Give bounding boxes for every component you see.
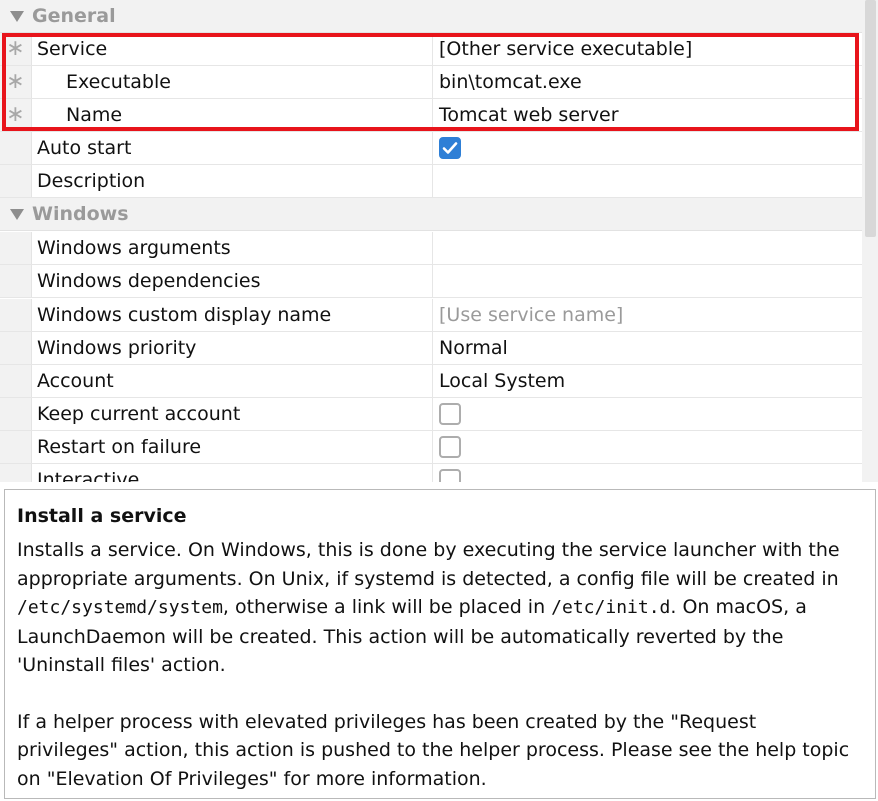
property-name: Windows custom display name xyxy=(37,304,332,326)
auto-start-checkbox[interactable] xyxy=(439,137,461,159)
property-row-service[interactable]: ∗ Service [Other service executable] xyxy=(0,33,862,66)
collapse-triangle-icon[interactable] xyxy=(10,208,24,220)
checkmark-icon xyxy=(442,142,458,154)
property-row-account[interactable]: Account Local System xyxy=(0,365,862,398)
help-code: /etc/systemd/system xyxy=(17,597,223,618)
help-code: /etc/init.d xyxy=(551,597,671,618)
restart-on-failure-checkbox[interactable] xyxy=(439,436,461,458)
property-value xyxy=(432,431,862,463)
row-gutter xyxy=(0,464,32,482)
property-value[interactable]: Tomcat web server xyxy=(432,99,862,131)
property-name: Restart on failure xyxy=(37,436,202,458)
keep-current-account-checkbox[interactable] xyxy=(439,403,461,425)
property-value[interactable]: bin\tomcat.exe xyxy=(432,66,862,98)
property-value[interactable] xyxy=(432,265,862,297)
property-value-placeholder[interactable]: [Use service name] xyxy=(432,299,862,331)
property-name: Windows priority xyxy=(37,337,197,359)
help-panel: Install a service Installs a service. On… xyxy=(4,489,876,799)
property-row-windows-custom-display-name[interactable]: Windows custom display name [Use service… xyxy=(0,299,862,332)
required-asterisk-icon: ∗ xyxy=(0,99,32,131)
property-name: Windows dependencies xyxy=(37,270,261,292)
property-value[interactable] xyxy=(432,165,862,197)
property-name: Description xyxy=(37,170,146,192)
property-row-description[interactable]: Description xyxy=(0,165,862,198)
row-gutter xyxy=(0,431,32,463)
interactive-checkbox[interactable] xyxy=(439,469,461,482)
property-value xyxy=(432,464,862,482)
property-name: Service xyxy=(37,38,108,60)
property-grid: General ∗ Service [Other service executa… xyxy=(0,0,862,482)
collapse-triangle-icon[interactable] xyxy=(10,10,24,22)
help-paragraph: If a helper process with elevated privil… xyxy=(17,710,850,790)
property-row-name[interactable]: ∗ Name Tomcat web server xyxy=(0,99,862,132)
scrollbar-thumb[interactable] xyxy=(865,0,876,237)
required-asterisk-icon: ∗ xyxy=(0,33,32,65)
property-row-auto-start[interactable]: Auto start xyxy=(0,132,862,165)
help-paragraph: Installs a service. On Windows, this is … xyxy=(17,536,863,680)
help-text: Installs a service. On Windows, this is … xyxy=(17,539,840,590)
property-row-interactive[interactable]: Interactive xyxy=(0,464,862,482)
property-value xyxy=(432,398,862,430)
help-text: , otherwise a link will be placed in xyxy=(222,596,552,618)
property-value[interactable]: [Other service executable] xyxy=(432,33,862,65)
property-name: Executable xyxy=(66,71,171,93)
row-gutter xyxy=(0,299,32,331)
vertical-scrollbar[interactable] xyxy=(862,0,878,482)
row-gutter xyxy=(0,365,32,397)
property-name: Auto start xyxy=(37,137,132,159)
row-gutter xyxy=(0,132,32,164)
property-name: Name xyxy=(66,104,123,126)
category-general[interactable]: General xyxy=(0,0,862,33)
property-value xyxy=(432,132,862,164)
row-gutter xyxy=(0,332,32,364)
category-label: Windows xyxy=(32,203,129,225)
property-row-executable[interactable]: ∗ Executable bin\tomcat.exe xyxy=(0,66,862,99)
property-value[interactable]: Normal xyxy=(432,332,862,364)
help-title: Install a service xyxy=(17,505,187,527)
row-gutter xyxy=(0,165,32,197)
property-value[interactable]: Local System xyxy=(432,365,862,397)
property-row-keep-current-account[interactable]: Keep current account xyxy=(0,398,862,431)
category-windows[interactable]: Windows xyxy=(0,198,862,231)
property-row-windows-priority[interactable]: Windows priority Normal xyxy=(0,332,862,365)
row-gutter xyxy=(0,232,32,264)
category-label: General xyxy=(32,5,116,27)
property-name: Keep current account xyxy=(37,403,241,425)
property-value[interactable] xyxy=(432,232,862,264)
row-gutter xyxy=(0,398,32,430)
property-name: Account xyxy=(37,370,114,392)
property-name: Windows arguments xyxy=(37,237,231,259)
property-row-windows-arguments[interactable]: Windows arguments xyxy=(0,232,862,265)
property-name: Interactive xyxy=(37,469,140,482)
row-gutter xyxy=(0,265,32,297)
required-asterisk-icon: ∗ xyxy=(0,66,32,98)
property-row-restart-on-failure[interactable]: Restart on failure xyxy=(0,431,862,464)
property-row-windows-dependencies[interactable]: Windows dependencies xyxy=(0,265,862,298)
